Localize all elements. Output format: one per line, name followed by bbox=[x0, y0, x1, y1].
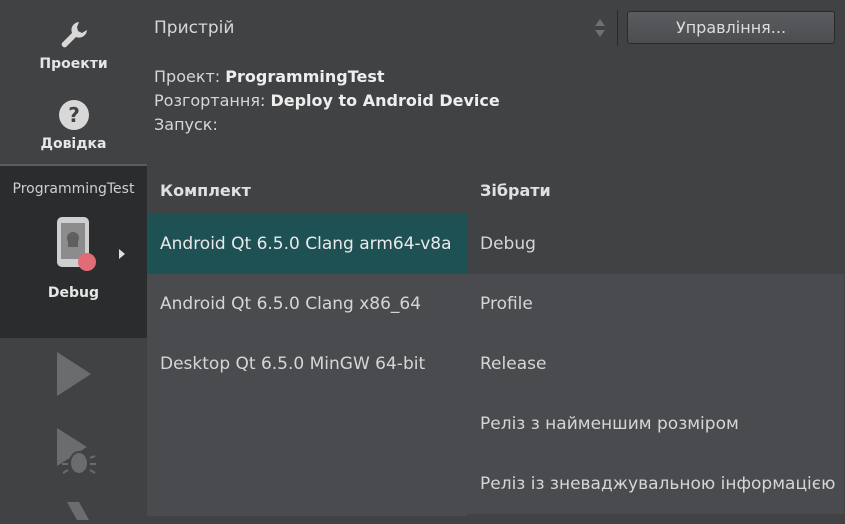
deploy-label: Розгортання: bbox=[154, 91, 266, 110]
svg-text:?: ? bbox=[68, 103, 80, 127]
mode-projects[interactable]: Проекти bbox=[0, 18, 147, 72]
mode-sidebar: Проекти ? Довідка ProgrammingTest Debug bbox=[0, 0, 147, 520]
project-label: Проект: bbox=[154, 67, 221, 86]
run-info: Запуск: bbox=[154, 115, 218, 134]
build-item[interactable]: Реліз із зневаджувальною інформацією bbox=[467, 454, 844, 514]
build-icon[interactable] bbox=[53, 498, 93, 524]
kit-item[interactable]: Desktop Qt 6.5.0 MinGW 64-bit bbox=[147, 334, 467, 394]
mode-help-label: Довідка bbox=[40, 136, 107, 152]
header-divider bbox=[617, 10, 618, 46]
mode-help[interactable]: ? Довідка bbox=[0, 98, 147, 152]
project-value: ProgrammingTest bbox=[225, 67, 385, 86]
project-info: Проект: ProgrammingTest bbox=[154, 67, 385, 86]
target-config-panel: Пристрій Управління... Проект: Programmi… bbox=[147, 0, 845, 520]
kits-list: Android Qt 6.5.0 Clang arm64-v8a Android… bbox=[147, 214, 467, 516]
build-item[interactable]: Debug bbox=[467, 214, 844, 274]
builds-column-header: Зібрати bbox=[480, 181, 551, 200]
target-project-name: ProgrammingTest bbox=[12, 181, 135, 197]
manage-button[interactable]: Управління... bbox=[627, 11, 835, 44]
deploy-value: Deploy to Android Device bbox=[270, 91, 500, 110]
android-device-icon bbox=[55, 216, 101, 276]
kits-column-header: Комплект bbox=[160, 181, 251, 200]
build-item[interactable]: Реліз з найменшим розміром bbox=[467, 394, 844, 454]
run-label: Запуск: bbox=[154, 115, 218, 134]
target-build-name: Debug bbox=[47, 285, 100, 301]
deploy-info: Розгортання: Deploy to Android Device bbox=[154, 91, 500, 110]
build-item[interactable]: Profile bbox=[467, 274, 844, 334]
wrench-icon bbox=[0, 18, 147, 56]
help-icon: ? bbox=[0, 98, 147, 136]
device-dropdown-arrows-icon[interactable] bbox=[593, 16, 607, 44]
chevron-right-icon bbox=[118, 245, 126, 264]
kit-item[interactable]: Android Qt 6.5.0 Clang arm64-v8a bbox=[147, 214, 467, 274]
mode-projects-label: Проекти bbox=[39, 56, 108, 72]
device-label: Пристрій bbox=[154, 18, 235, 38]
kit-item[interactable]: Android Qt 6.5.0 Clang x86_64 bbox=[147, 274, 467, 334]
run-icon[interactable] bbox=[53, 350, 93, 402]
target-selector[interactable]: ProgrammingTest Debug bbox=[0, 166, 147, 338]
debug-icon[interactable] bbox=[53, 428, 97, 482]
build-item[interactable]: Release bbox=[467, 334, 844, 394]
builds-list: Debug Profile Release Реліз з найменшим … bbox=[467, 214, 844, 516]
